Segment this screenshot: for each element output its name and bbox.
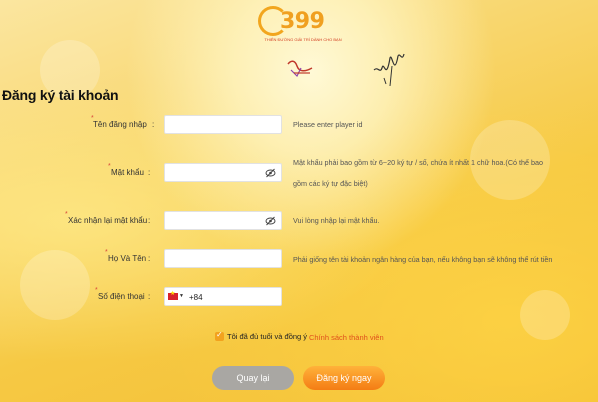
- username-input[interactable]: [165, 116, 281, 133]
- full-name-hint: Phải giống tên tài khoản ngân hàng của b…: [293, 255, 553, 264]
- confirm-password-label: Xác nhận lại mật khẩu: [68, 216, 148, 225]
- eye-slash-icon[interactable]: [265, 216, 276, 226]
- confirm-password-field[interactable]: [164, 211, 282, 230]
- label-colon: :: [148, 216, 151, 225]
- password-hint-line2: gồm các ký tự đặc biệt): [293, 179, 368, 188]
- username-label: Tên đăng nhập: [93, 120, 147, 129]
- label-colon: :: [152, 120, 155, 129]
- full-name-label: Họ Và Tên: [108, 254, 147, 263]
- bokeh-light: [520, 290, 570, 340]
- logo-number: 399: [280, 9, 325, 34]
- password-input[interactable]: [165, 164, 281, 181]
- country-code: +84: [189, 293, 203, 302]
- register-button[interactable]: Đăng ký ngay: [303, 366, 385, 390]
- chevron-down-icon[interactable]: ▼: [179, 293, 184, 299]
- username-field[interactable]: [164, 115, 282, 134]
- vietnam-flag-icon[interactable]: [168, 290, 178, 300]
- label-colon: :: [148, 292, 151, 301]
- username-hint: Please enter player id: [293, 120, 363, 129]
- label-colon: :: [148, 168, 151, 177]
- agree-checkbox[interactable]: [215, 330, 224, 341]
- phone-label: Số điện thoại: [98, 292, 145, 301]
- password-hint-line1: Mật khẩu phải bao gồm từ 6~20 ký tự / số…: [293, 158, 543, 167]
- full-name-input[interactable]: [165, 250, 281, 267]
- label-colon: :: [148, 254, 151, 263]
- brand-logo: 399 THIÊN ĐƯỜNG GIẢI TRÍ DÀNH CHO BẠN: [258, 6, 348, 44]
- logo-tagline: THIÊN ĐƯỜNG GIẢI TRÍ DÀNH CHO BẠN: [264, 37, 342, 42]
- phone-field[interactable]: ▼ +84: [164, 287, 282, 306]
- eye-slash-icon[interactable]: [265, 168, 276, 178]
- password-label: Mật khẩu: [111, 168, 144, 177]
- bokeh-light: [20, 250, 90, 320]
- signature-icon: [373, 53, 405, 87]
- back-button[interactable]: Quay lại: [212, 366, 294, 390]
- password-field[interactable]: [164, 163, 282, 182]
- confirm-password-hint: Vui lòng nhập lại mật khẩu.: [293, 216, 380, 225]
- member-policy-link[interactable]: Chính sách thành viên: [309, 333, 384, 342]
- agree-text: Tôi đã đủ tuổi và đồng ý: [227, 332, 308, 341]
- partner-logo-icon: [287, 60, 313, 78]
- page-title: Đăng ký tài khoản: [2, 87, 119, 103]
- full-name-field[interactable]: [164, 249, 282, 268]
- confirm-password-input[interactable]: [165, 212, 281, 229]
